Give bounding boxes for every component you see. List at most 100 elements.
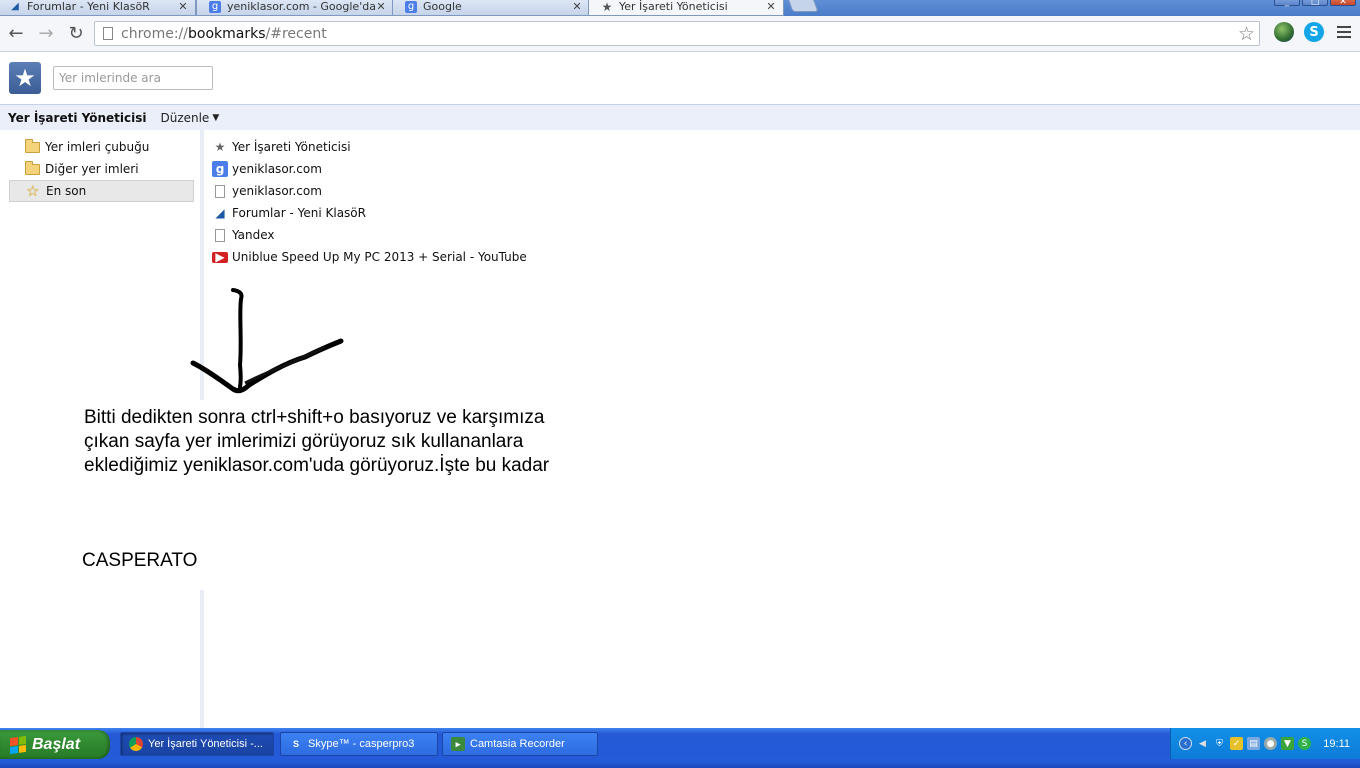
- hamburger-menu-icon: [1337, 26, 1351, 38]
- list-item-label: Forumlar - Yeni KlasöR: [232, 206, 366, 220]
- tree-item-label: Yer imleri çubuğu: [45, 140, 150, 154]
- tree-item-other-bookmarks[interactable]: Diğer yer imleri: [9, 158, 194, 180]
- address-bar[interactable]: chrome://bookmarks/#recent ☆: [94, 21, 1260, 46]
- bookmarks-tree: Yer imleri çubuğu Diğer yer imleri ☆ En …: [9, 136, 194, 202]
- new-tab-button[interactable]: [787, 0, 819, 12]
- list-item-label: Yandex: [232, 228, 275, 242]
- clock: 19:11: [1323, 737, 1350, 750]
- list-item-label: yeniklasor.com: [232, 162, 322, 176]
- chrome-menu-button[interactable]: [1334, 26, 1354, 38]
- organize-menu-button[interactable]: Düzenle ▼: [160, 111, 219, 125]
- system-tray: ‹ ◀ ⛨ ✓ ▤ ● ▼ S 19:11: [1170, 728, 1360, 759]
- forum-icon: ◢: [215, 206, 225, 220]
- globe-extension-icon[interactable]: [1274, 22, 1294, 42]
- tab-forumlar[interactable]: ◢ Forumlar - Yeni KlasöR ✕: [0, 0, 196, 16]
- start-button[interactable]: Başlat: [0, 730, 110, 759]
- url-scheme: chrome://: [121, 25, 188, 42]
- tree-item-label: Diğer yer imleri: [45, 162, 139, 176]
- folder-icon: [25, 160, 40, 175]
- camtasia-icon: ▸: [451, 737, 465, 751]
- bookmarks-search-input[interactable]: [53, 66, 213, 90]
- maximize-button[interactable]: □: [1302, 0, 1328, 7]
- reload-icon: ↻: [68, 23, 84, 44]
- google-icon: g: [212, 161, 228, 177]
- tree-item-bookmarks-bar[interactable]: Yer imleri çubuğu: [9, 136, 194, 158]
- speaker-icon[interactable]: ◀: [1196, 737, 1209, 750]
- close-icon[interactable]: ✕: [571, 0, 583, 13]
- tab-strip: ◢ Forumlar - Yeni KlasöR ✕ g yeniklasor.…: [0, 0, 1360, 16]
- skype-extension-icon[interactable]: S: [1304, 22, 1324, 42]
- antivirus-icon[interactable]: ▼: [1281, 737, 1294, 750]
- chevron-left-icon[interactable]: ‹: [1179, 737, 1192, 750]
- close-icon[interactable]: ✕: [375, 0, 387, 13]
- youtube-icon: ▶: [212, 250, 228, 264]
- close-window-button[interactable]: ✕: [1330, 0, 1356, 7]
- tab-title: yeniklasor.com - Google'da A: [227, 0, 375, 13]
- url-path: /#recent: [265, 25, 327, 42]
- task-label: Skype™ - casperpro3: [308, 738, 415, 750]
- task-camtasia[interactable]: ▸ Camtasia Recorder: [442, 732, 598, 756]
- url-host: bookmarks: [188, 25, 266, 42]
- minimize-button[interactable]: _: [1274, 0, 1300, 7]
- task-label: Yer İşareti Yöneticisi -...: [148, 738, 263, 750]
- back-button[interactable]: ←: [2, 20, 30, 48]
- forum-icon: ◢: [11, 1, 19, 12]
- bookmarks-header: ★: [0, 52, 1360, 104]
- hand-drawn-arrow-icon: [190, 288, 344, 394]
- google-icon: g: [405, 0, 417, 13]
- skype-tray-icon[interactable]: S: [1298, 737, 1311, 750]
- start-label: Başlat: [32, 735, 81, 753]
- star-icon: ★: [214, 140, 226, 154]
- tab-google-search[interactable]: g yeniklasor.com - Google'da A ✕: [196, 0, 394, 16]
- star-icon: ☆: [26, 181, 40, 200]
- disk-icon[interactable]: ●: [1264, 737, 1277, 750]
- security-check-icon[interactable]: ✓: [1230, 737, 1243, 750]
- windows-logo-icon: [10, 735, 26, 754]
- skype-icon: S: [292, 739, 299, 749]
- page-title: Yer İşareti Yöneticisi: [8, 110, 147, 125]
- tab-google[interactable]: g Google ✕: [392, 0, 590, 16]
- list-item-label: Uniblue Speed Up My PC 2013 + Serial - Y…: [232, 250, 527, 264]
- close-icon[interactable]: ✕: [765, 0, 777, 13]
- list-item[interactable]: Yandex: [212, 224, 912, 246]
- tab-title: Forumlar - Yeni KlasöR: [27, 0, 150, 13]
- page-icon: [215, 228, 225, 242]
- list-item[interactable]: ★ Yer İşareti Yöneticisi: [212, 136, 912, 158]
- task-skype[interactable]: S Skype™ - casperpro3: [280, 732, 438, 756]
- caret-down-icon: ▼: [212, 112, 220, 123]
- chrome-icon: [129, 737, 143, 751]
- list-item[interactable]: ▶ Uniblue Speed Up My PC 2013 + Serial -…: [212, 246, 912, 268]
- reload-button[interactable]: ↻: [62, 20, 90, 48]
- annotation-text: Bitti dedikten sonra ctrl+shift+o basıyo…: [82, 406, 562, 478]
- shield-icon[interactable]: ⛨: [1213, 737, 1226, 750]
- browser-toolbar: ← → ↻ chrome://bookmarks/#recent ☆ S: [0, 16, 1360, 52]
- bookmark-star-icon[interactable]: ☆: [1238, 23, 1255, 45]
- tree-item-recent[interactable]: ☆ En son: [9, 180, 194, 202]
- list-item-label: yeniklasor.com: [232, 184, 322, 198]
- google-icon: g: [209, 0, 221, 13]
- bookmark-manager-logo-icon: ★: [9, 62, 41, 94]
- tab-title: Yer İşareti Yöneticisi: [619, 0, 728, 13]
- organize-label: Düzenle: [160, 110, 210, 125]
- list-item[interactable]: g yeniklasor.com: [212, 158, 912, 180]
- list-item[interactable]: ◢ Forumlar - Yeni KlasöR: [212, 202, 912, 224]
- page-icon: [215, 184, 225, 198]
- network-icon[interactable]: ▤: [1247, 737, 1260, 750]
- task-label: Camtasia Recorder: [470, 738, 565, 750]
- arrow-right-icon: →: [38, 23, 54, 44]
- extension-icons: S: [1274, 22, 1354, 42]
- forward-button[interactable]: →: [32, 20, 60, 48]
- folder-icon: [25, 138, 40, 153]
- taskbar: Başlat Yer İşareti Yöneticisi -... S Sky…: [0, 728, 1360, 768]
- tab-title: Google: [423, 0, 462, 13]
- page-icon: [103, 27, 113, 40]
- star-icon: ★: [601, 0, 613, 14]
- tree-item-label: En son: [46, 184, 87, 198]
- bookmarks-list: ★ Yer İşareti Yöneticisi g yeniklasor.co…: [212, 136, 912, 268]
- arrow-left-icon: ←: [8, 23, 24, 44]
- task-chrome[interactable]: Yer İşareti Yöneticisi -...: [120, 732, 274, 756]
- tab-bookmark-manager[interactable]: ★ Yer İşareti Yöneticisi ✕: [588, 0, 784, 16]
- bookmarks-title-bar: Yer İşareti Yöneticisi Düzenle ▼: [0, 104, 1360, 130]
- list-item[interactable]: yeniklasor.com: [212, 180, 912, 202]
- close-icon[interactable]: ✕: [177, 0, 189, 13]
